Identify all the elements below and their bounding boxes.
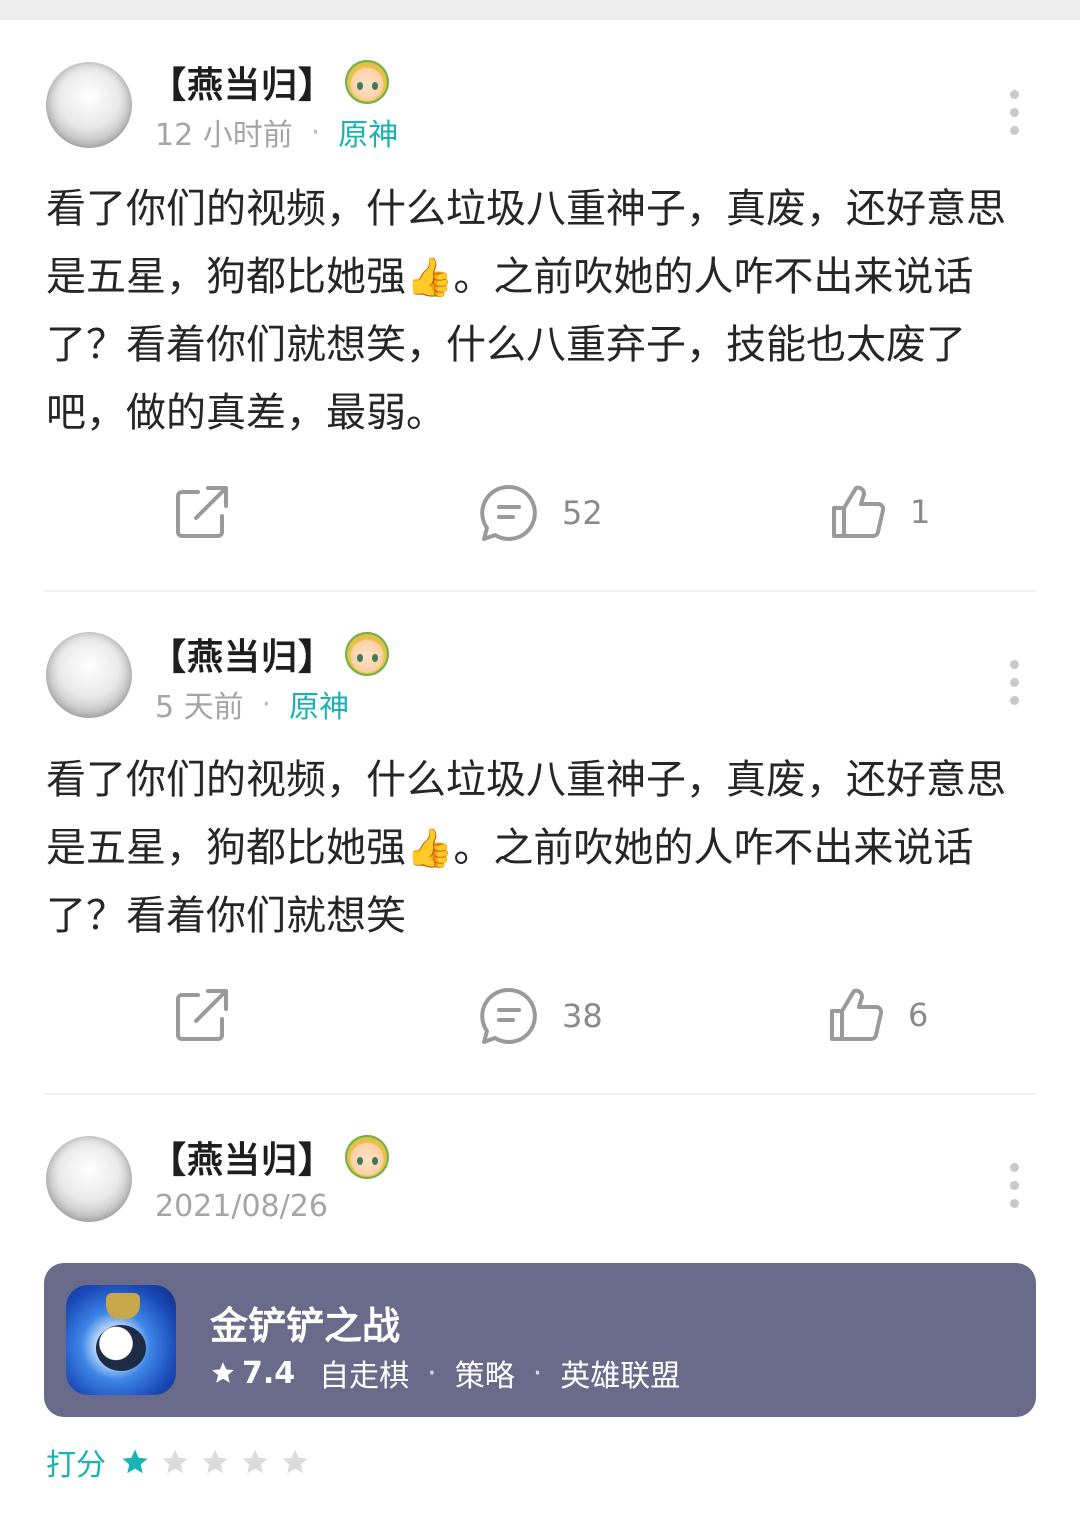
comment-count: 52 [562, 494, 603, 532]
game-meta: 7.4 自走棋 · 策略 · 英雄联盟 [210, 1351, 680, 1395]
post-time: 5 天前 [155, 690, 244, 725]
share-button[interactable] [172, 482, 232, 542]
rating-label: 打分 [46, 1448, 106, 1483]
user-badge-icon [345, 60, 390, 104]
thumbs-up-emoji-icon: 👍 [406, 826, 454, 870]
star-filled-icon [122, 1449, 148, 1474]
user-badge-icon [345, 632, 390, 676]
game-tag: 策略 [454, 1359, 515, 1394]
more-options-icon[interactable] [1005, 660, 1023, 710]
separator-dot: · [427, 1355, 437, 1391]
share-button[interactable] [172, 985, 232, 1045]
game-tag: 英雄联盟 [560, 1359, 681, 1394]
game-tag[interactable]: 原神 [338, 110, 398, 154]
more-options-icon[interactable] [1005, 1163, 1023, 1213]
game-app-icon [66, 1285, 176, 1395]
comment-icon [480, 987, 537, 1044]
review-rating: 打分 [46, 1440, 320, 1484]
share-icon [176, 486, 228, 538]
thumbs-up-icon [832, 485, 886, 538]
divider [44, 1093, 1036, 1095]
username[interactable]: 【燕当归】 [150, 56, 335, 108]
game-tag[interactable]: 原神 [289, 682, 349, 726]
avatar[interactable] [46, 632, 132, 718]
star-empty-icon [282, 1449, 308, 1474]
username[interactable]: 【燕当归】 [150, 1131, 335, 1183]
user-badge-icon [345, 1135, 390, 1179]
star-empty-icon [202, 1449, 228, 1474]
like-button[interactable]: 6 [826, 985, 928, 1045]
game-title: 金铲铲之战 [210, 1304, 401, 1348]
divider [44, 590, 1036, 592]
username[interactable]: 【燕当归】 [150, 628, 335, 680]
comment-button[interactable]: 38 [478, 985, 603, 1047]
thumbs-up-emoji-icon: 👍 [406, 255, 454, 299]
comment-icon [480, 484, 537, 541]
separator-dot: · [261, 686, 272, 722]
like-count: 1 [910, 493, 931, 531]
star-empty-icon [162, 1449, 188, 1474]
post-time: 12 小时前 [155, 118, 293, 153]
separator-dot: · [310, 114, 321, 150]
post-body[interactable]: 看了你们的视频，什么垃圾八重神子，真废，还好意思是五星，狗都比她强👍。之前吹她的… [46, 746, 1036, 950]
status-strip [0, 0, 1080, 20]
star-icon [212, 1362, 234, 1383]
game-rating: 7.4 [242, 1355, 296, 1391]
more-options-icon[interactable] [1005, 90, 1023, 140]
comment-count: 38 [562, 997, 603, 1035]
like-button[interactable]: 1 [828, 482, 930, 542]
post-time: 2021/08/26 [155, 1188, 328, 1224]
comment-button[interactable]: 52 [478, 482, 603, 544]
separator-dot: · [532, 1355, 543, 1391]
game-card[interactable]: 金铲铲之战 7.4 自走棋 · 策略 · 英雄联盟 [44, 1263, 1036, 1417]
like-count: 6 [908, 996, 929, 1034]
game-tag: 自走棋 [319, 1359, 410, 1394]
avatar[interactable] [46, 62, 132, 148]
star-empty-icon [242, 1449, 268, 1474]
share-icon [176, 989, 228, 1041]
avatar[interactable] [46, 1136, 132, 1222]
post-body[interactable]: 看了你们的视频，什么垃圾八重神子，真废，还好意思是五星，狗都比她强👍。之前吹她的… [46, 175, 1036, 447]
thumbs-up-icon [830, 988, 884, 1041]
